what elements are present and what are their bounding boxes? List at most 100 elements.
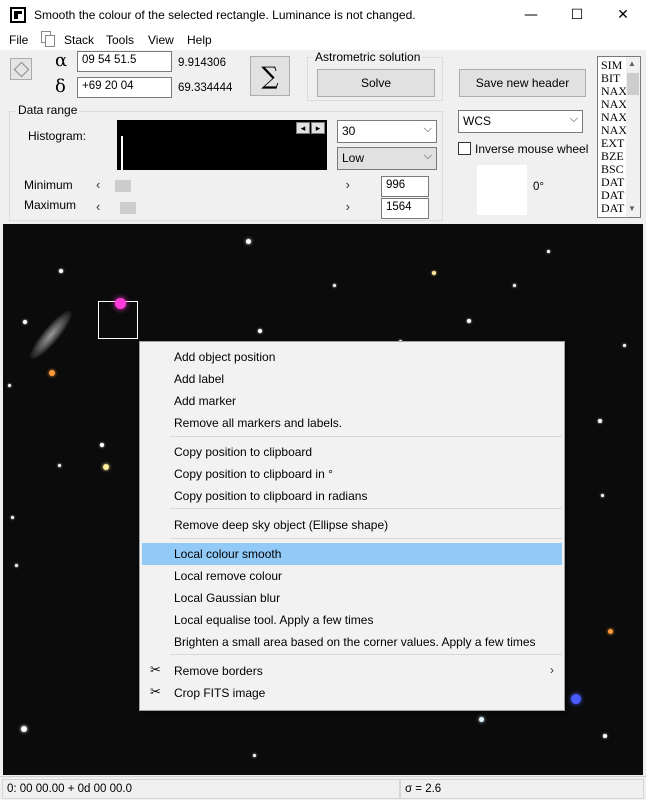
minimum-thumb[interactable] — [115, 180, 131, 192]
menu-tools[interactable]: Tools — [106, 33, 134, 47]
context-menu-item[interactable]: Local Gaussian blur — [142, 587, 562, 609]
slider-right-icon[interactable]: › — [346, 199, 350, 214]
star — [513, 284, 516, 287]
context-menu-item[interactable]: Copy position to clipboard in ° — [142, 463, 562, 485]
menu-separator — [170, 654, 562, 655]
chevron-down-icon: ⌵ — [423, 150, 432, 162]
header-list[interactable]: SIM BIT NAX NAX NAX NAX EXT BZE BSC DAT DAT DAT ▲ ▼ — [597, 56, 641, 218]
menu-separator — [170, 508, 562, 509]
header-line[interactable]: NAX — [601, 124, 627, 136]
context-menu-item[interactable]: Local remove colour — [142, 565, 562, 587]
slider-right-icon[interactable]: › — [346, 177, 350, 192]
context-menu-item[interactable]: Add label — [142, 368, 562, 390]
star — [246, 239, 251, 244]
header-line[interactable]: DAT — [601, 176, 624, 188]
bins-value: 30 — [342, 124, 356, 138]
histogram-right-icon[interactable]: ▸ — [311, 122, 325, 134]
star — [103, 464, 109, 470]
star — [58, 464, 61, 467]
projection-combo[interactable]: WCS ⌵ — [458, 110, 583, 133]
mode-combo[interactable]: Low ⌵ — [337, 147, 437, 170]
star — [598, 419, 602, 423]
window-title: Smooth the colour of the selected rectan… — [34, 8, 416, 22]
context-menu-item[interactable]: Remove all markers and labels. — [142, 412, 562, 434]
context-menu-label: Local colour smooth — [174, 547, 282, 561]
header-list-scrollbar[interactable]: ▲ ▼ — [626, 57, 640, 217]
header-line[interactable]: NAX — [601, 85, 627, 97]
dec-input[interactable]: +69 20 04 — [77, 77, 172, 98]
slider-left-icon[interactable]: ‹ — [96, 199, 100, 214]
header-line[interactable]: NAX — [601, 111, 627, 123]
context-menu-item[interactable]: Copy position to clipboard in radians — [142, 485, 562, 507]
context-menu-item[interactable]: Brighten a small area based on the corne… — [142, 631, 562, 653]
menu-view[interactable]: View — [148, 33, 174, 47]
context-menu-item[interactable]: Add marker — [142, 390, 562, 412]
context-menu-label: Remove deep sky object (Ellipse shape) — [174, 518, 389, 532]
projection-value: WCS — [463, 114, 491, 128]
minimum-slider[interactable]: ‹ › — [94, 177, 354, 192]
menu-help[interactable]: Help — [187, 33, 212, 47]
status-sigma: σ = 2.6 — [400, 779, 644, 799]
scroll-thumb[interactable] — [627, 73, 639, 95]
context-menu-item[interactable]: ✂ Crop FITS image — [142, 682, 562, 704]
star — [21, 726, 27, 732]
statistics-button[interactable]: ∑ — [250, 56, 290, 96]
status-bar: 0: 00 00.00 + 0d 00 00.0 σ = 2.6 — [0, 776, 646, 800]
minimum-input[interactable]: 996 — [381, 176, 429, 197]
context-menu-label: Brighten a small area based on the corne… — [174, 635, 536, 649]
star — [333, 284, 336, 287]
scroll-down-icon[interactable]: ▼ — [628, 204, 636, 213]
maximize-button[interactable]: ☐ — [554, 0, 600, 30]
delta-symbol: δ — [55, 76, 66, 97]
inverse-wheel-checkbox[interactable] — [458, 142, 471, 155]
status-coordinates: 0: 00 00.00 + 0d 00 00.0 — [2, 779, 400, 799]
menu-file[interactable]: File — [9, 33, 28, 47]
histogram-left-icon[interactable]: ◂ — [296, 122, 310, 134]
menu-separator — [170, 538, 562, 539]
header-line[interactable]: EXT — [601, 137, 624, 149]
star — [432, 271, 436, 275]
context-menu-item[interactable]: Local colour smooth — [142, 543, 562, 565]
header-line[interactable]: SIM — [601, 59, 622, 71]
context-menu-item[interactable]: Add object position — [142, 346, 562, 368]
solve-button[interactable]: Solve — [317, 69, 435, 97]
menu-bar: File Stack Tools View Help — [0, 30, 646, 50]
context-menu-item[interactable]: Remove deep sky object (Ellipse shape) — [142, 514, 562, 536]
navigate-icon[interactable] — [10, 58, 32, 80]
maximum-input[interactable]: 1564 — [381, 198, 429, 219]
ra-input[interactable]: 09 54 51.5 — [77, 51, 172, 72]
maximum-slider[interactable]: ‹ › — [94, 199, 354, 214]
maximum-track — [108, 202, 340, 214]
header-line[interactable]: DAT — [601, 189, 624, 201]
galaxy — [24, 306, 78, 364]
save-new-header-button[interactable]: Save new header — [459, 69, 586, 97]
header-line[interactable]: NAX — [601, 98, 627, 110]
context-menu-item[interactable]: Copy position to clipboard — [142, 441, 562, 463]
scroll-up-icon[interactable]: ▲ — [628, 59, 636, 68]
maximum-thumb[interactable] — [120, 202, 136, 214]
star — [23, 320, 27, 324]
header-line[interactable]: BSC — [601, 163, 624, 175]
header-line[interactable]: BIT — [601, 72, 620, 84]
histogram[interactable]: ◂ ▸ — [117, 120, 327, 170]
bins-combo[interactable]: 30 ⌵ — [337, 120, 437, 143]
header-line[interactable]: DAT — [601, 202, 624, 214]
menu-stack[interactable]: Stack — [64, 33, 94, 47]
crop-scissors-icon: ✂ — [150, 685, 161, 700]
context-menu-label: Add marker — [174, 394, 237, 408]
minimum-track — [108, 180, 340, 192]
dec-degrees: 69.334444 — [178, 82, 233, 94]
context-menu-item[interactable]: ✂ Remove borders › — [142, 660, 562, 682]
context-menu-label: Crop FITS image — [174, 686, 266, 700]
histogram-label: Histogram: — [28, 129, 87, 143]
slider-left-icon[interactable]: ‹ — [96, 177, 100, 192]
close-button[interactable]: ✕ — [600, 0, 646, 30]
context-menu-label: Local equalise tool. Apply a few times — [174, 613, 374, 627]
context-menu-label: Local Gaussian blur — [174, 591, 281, 605]
header-line[interactable]: BZE — [601, 150, 624, 162]
context-menu-label: Copy position to clipboard in radians — [174, 489, 368, 503]
title-bar: Smooth the colour of the selected rectan… — [0, 0, 646, 30]
minimize-button[interactable]: — — [508, 0, 554, 30]
context-menu-item[interactable]: Local equalise tool. Apply a few times — [142, 609, 562, 631]
stack-icon[interactable] — [41, 31, 56, 48]
